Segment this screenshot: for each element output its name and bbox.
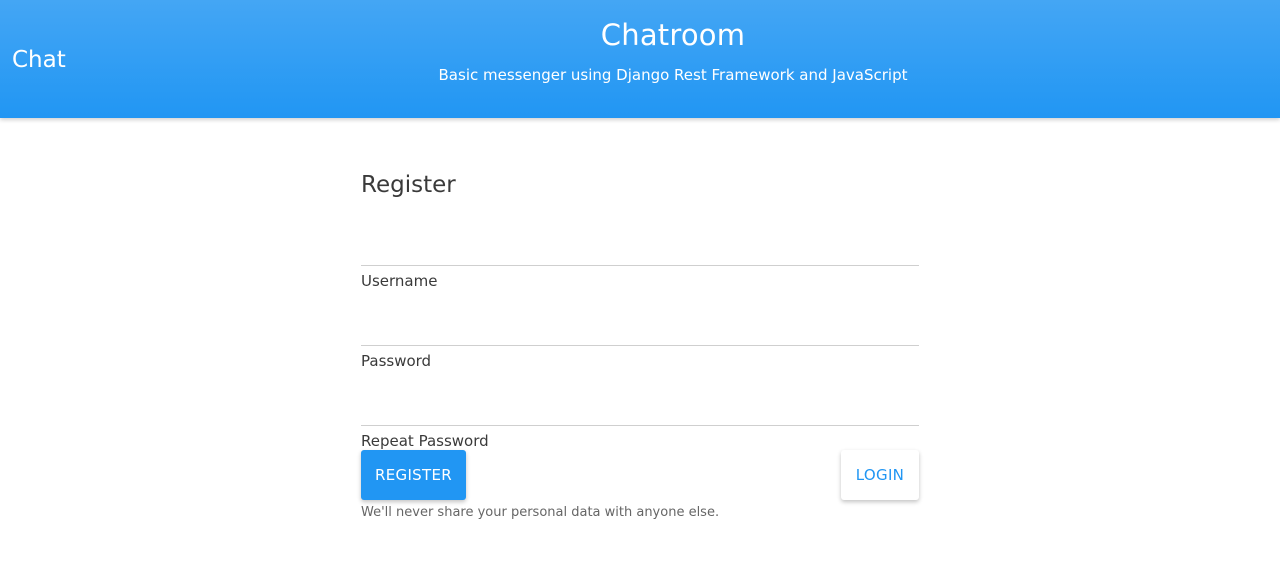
username-label: Username <box>361 272 438 290</box>
password-label: Password <box>361 352 432 370</box>
repeat-password-label: Repeat Password <box>361 432 489 450</box>
page-title: Chatroom <box>600 18 746 52</box>
app-header: Chat Chatroom Basic messenger using Djan… <box>0 0 1280 118</box>
username-input[interactable] <box>361 238 919 266</box>
page-subtitle: Basic messenger using Django Rest Framew… <box>438 66 908 84</box>
register-button[interactable]: REGISTER <box>361 450 466 500</box>
form-heading: Register <box>361 172 456 198</box>
password-input[interactable] <box>361 318 919 346</box>
repeat-password-input[interactable] <box>361 398 919 426</box>
privacy-hint: We'll never share your personal data wit… <box>361 505 720 520</box>
password-field-group: Password <box>361 318 919 370</box>
repeat-password-field-group: Repeat Password <box>361 398 919 450</box>
login-button[interactable]: LOGIN <box>841 450 919 500</box>
username-field-group: Username <box>361 238 919 290</box>
